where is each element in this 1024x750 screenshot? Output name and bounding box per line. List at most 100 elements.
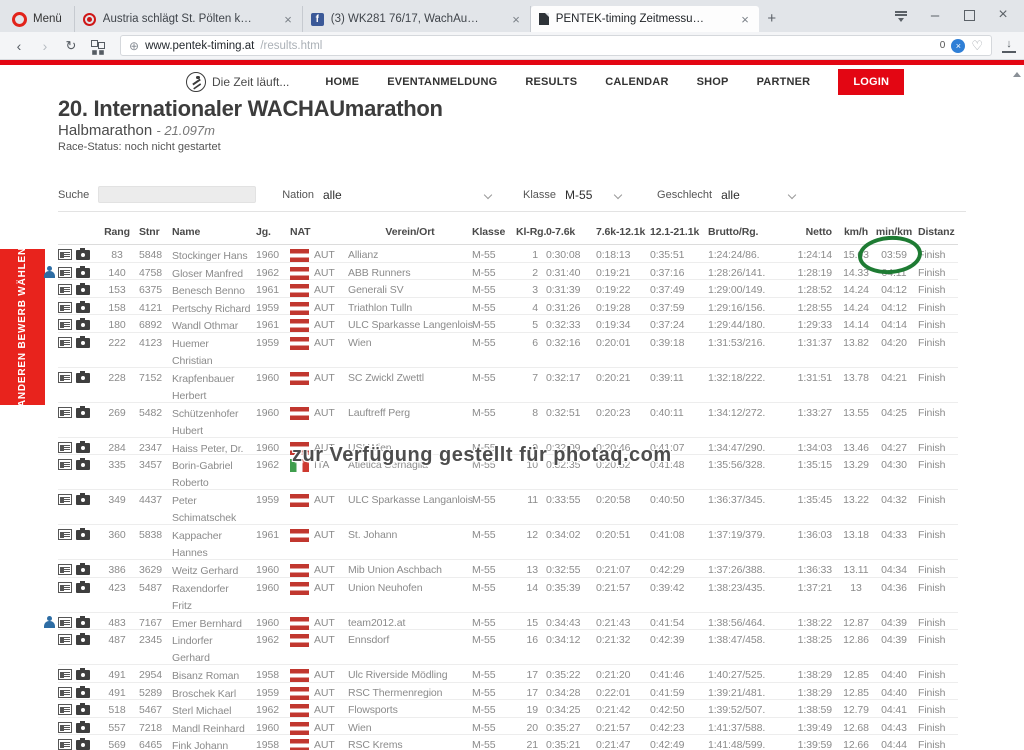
year-cell: 1961 <box>256 529 279 541</box>
rank-cell: 518 <box>108 704 126 716</box>
nav-item-shop[interactable]: SHOP <box>697 76 729 88</box>
athlete-details-icon[interactable] <box>58 301 72 313</box>
heart-bookmark-icon[interactable] <box>971 38 983 54</box>
athlete-details-icon[interactable] <box>58 284 72 295</box>
photo-icon[interactable] <box>76 633 90 645</box>
photo-icon[interactable] <box>76 563 90 575</box>
athlete-details-icon[interactable] <box>58 441 72 453</box>
photo-icon[interactable] <box>76 370 90 383</box>
photo-icon[interactable] <box>76 580 90 593</box>
login-button[interactable]: LOGIN <box>838 68 905 95</box>
tab-facebook[interactable]: (3) WK281 76/17, WachAu… × <box>303 6 531 32</box>
photo-icon[interactable] <box>76 405 90 418</box>
photo-icon[interactable] <box>76 283 90 295</box>
close-window-button[interactable] <box>988 4 1018 26</box>
pace-cell: 03:59 <box>881 249 907 261</box>
photo-icon[interactable] <box>76 615 90 628</box>
athlete-details-icon[interactable] <box>58 529 72 540</box>
nav-item-results[interactable]: RESULTS <box>525 76 577 88</box>
browser-menu-button[interactable]: Menü <box>6 6 75 32</box>
athlete-details-icon[interactable] <box>58 686 72 698</box>
athlete-details-icon[interactable] <box>58 704 72 715</box>
photo-icon[interactable] <box>76 440 90 453</box>
split2-cell: 0:20:01 <box>596 336 631 349</box>
photo-icon[interactable] <box>76 685 90 698</box>
close-tab-icon[interactable]: × <box>739 12 751 27</box>
athlete-details-icon[interactable] <box>58 266 72 278</box>
speed-dial-button[interactable] <box>86 35 108 57</box>
name-cell: Fink Johann <box>172 740 229 750</box>
nav-item-eventanmeldung[interactable]: EVENTANMELDUNG <box>387 76 497 88</box>
close-tab-icon[interactable]: × <box>510 12 522 27</box>
photo-icon[interactable] <box>76 528 90 540</box>
tab-title: Austria schlägt St. Pölten k… <box>102 13 252 25</box>
athlete-details-icon[interactable] <box>58 739 72 750</box>
athlete-details-icon[interactable] <box>58 669 72 680</box>
adblocker-icon[interactable] <box>951 38 966 53</box>
nav-item-home[interactable]: HOME <box>325 76 359 88</box>
athlete-details-icon[interactable] <box>58 319 72 330</box>
row-icons-cell <box>58 683 100 700</box>
athlete-details-icon[interactable] <box>58 406 72 418</box>
photo-icon[interactable] <box>76 265 90 278</box>
gross-time-cell: 1:35:56/328. <box>708 459 766 471</box>
photo-icon[interactable] <box>76 668 90 680</box>
new-tab-button[interactable] <box>759 6 785 32</box>
close-tab-icon[interactable]: × <box>282 12 294 27</box>
minimize-button[interactable] <box>920 4 950 26</box>
blocked-count: 0 <box>939 40 946 51</box>
name-cell: Benesch Benno <box>172 285 245 297</box>
flag-icon <box>290 249 309 262</box>
athlete-details-icon[interactable] <box>58 336 72 348</box>
tab-pentek-active[interactable]: PENTEK-timing Zeitmessu… × <box>530 6 759 32</box>
athlete-details-icon[interactable] <box>58 616 72 628</box>
nav-item-calendar[interactable]: CALENDAR <box>605 76 668 88</box>
nav-item-partner[interactable]: PARTNER <box>757 76 811 88</box>
nation-cell: AUT <box>290 333 348 367</box>
back-button[interactable]: ‹ <box>8 35 30 57</box>
photo-icon[interactable] <box>76 318 90 330</box>
athlete-details-icon[interactable] <box>58 494 72 505</box>
scrollbar-up-arrow[interactable] <box>1013 68 1021 77</box>
photo-icon[interactable] <box>76 300 90 313</box>
site-logo[interactable]: Die Zeit läuft... <box>186 71 289 92</box>
forward-button[interactable]: › <box>34 35 56 57</box>
chevron-down-icon <box>483 190 493 199</box>
tab-austria[interactable]: Austria schlägt St. Pölten k… × <box>75 6 303 32</box>
other-event-banner[interactable]: ANDEREN BEWERB WÄHLEN <box>0 247 45 407</box>
athlete-details-icon[interactable] <box>58 564 72 575</box>
photo-icon[interactable] <box>76 493 90 505</box>
photo-icon[interactable] <box>76 248 90 260</box>
url-field[interactable]: www.pentek-timing.at /results.html 0 <box>120 35 992 56</box>
athlete-details-icon[interactable] <box>58 634 72 645</box>
photo-icon[interactable] <box>76 703 90 715</box>
search-input[interactable] <box>98 186 257 203</box>
photo-icon[interactable] <box>76 458 90 470</box>
nation-select[interactable]: alle <box>323 188 493 202</box>
download-icon[interactable] <box>1002 39 1016 53</box>
nation-cell: AUT <box>290 438 348 455</box>
pace-cell: 04:12 <box>881 284 907 296</box>
photo-icon[interactable] <box>76 335 90 348</box>
maximize-button[interactable] <box>954 4 984 26</box>
pace-cell: 04:30 <box>881 459 907 471</box>
pace-cell: 04:27 <box>881 441 907 454</box>
athlete-details-icon[interactable] <box>58 371 72 383</box>
club-cell: Union Neuhofen <box>348 581 423 594</box>
class-cell: M-55 <box>472 581 496 594</box>
reload-button[interactable] <box>60 35 82 57</box>
split1-cell: 0:32:16 <box>546 336 581 349</box>
row-icons-cell <box>58 578 100 612</box>
flag-icon <box>290 739 309 750</box>
athlete-details-icon[interactable] <box>58 459 72 470</box>
klasse-select[interactable]: M-55 <box>565 188 623 202</box>
athlete-details-icon[interactable] <box>58 721 72 733</box>
tab-menu-button[interactable] <box>886 4 916 26</box>
geschlecht-select[interactable]: alle <box>721 188 797 202</box>
gross-time-cell: 1:40:27/525. <box>708 669 766 681</box>
photo-icon[interactable] <box>76 720 90 733</box>
athlete-details-icon[interactable] <box>58 581 72 593</box>
athlete-details-icon[interactable] <box>58 249 72 260</box>
photo-icon[interactable] <box>76 738 90 750</box>
gross-time-cell: 1:29:16/156. <box>708 301 766 314</box>
